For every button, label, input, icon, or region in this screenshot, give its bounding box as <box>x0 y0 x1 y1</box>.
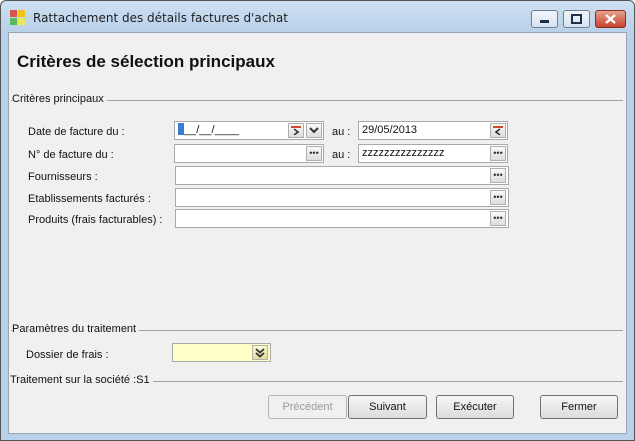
app-icon <box>10 10 26 26</box>
arrow-right-icon <box>291 126 301 135</box>
invoice-date-from-value: __/__/____ <box>184 124 240 136</box>
establishments-field[interactable]: ••• <box>175 188 509 207</box>
main-window: Rattachement des détails factures d'acha… <box>0 0 635 441</box>
ellipsis-icon: ••• <box>309 148 319 158</box>
next-button[interactable]: Suivant <box>348 395 427 419</box>
expense-folder-label: Dossier de frais : <box>26 349 109 361</box>
ellipsis-icon: ••• <box>493 192 503 202</box>
invoice-number-label: N° de facture du : <box>28 149 114 161</box>
window-title: Rattachement des détails factures d'acha… <box>33 11 288 25</box>
ellipsis-icon: ••• <box>493 213 503 223</box>
establishments-browse-button[interactable]: ••• <box>490 190 506 205</box>
ellipsis-icon: ••• <box>493 148 503 158</box>
expense-folder-select[interactable] <box>172 343 271 362</box>
date-dropdown-button[interactable] <box>306 123 322 138</box>
calendar-reset-button[interactable] <box>288 123 304 138</box>
previous-button[interactable]: Précédent <box>268 395 347 419</box>
invoice-number-to-value: zzzzzzzzzzzzzzz <box>362 147 445 159</box>
close-button[interactable]: Fermer <box>540 395 618 419</box>
invoice-date-to-label: au : <box>332 126 351 138</box>
suppliers-browse-button[interactable]: ••• <box>490 168 506 183</box>
invoice-date-from-field[interactable]: __/__/____ <box>174 121 324 140</box>
suppliers-label: Fournisseurs : <box>28 171 98 183</box>
close-icon <box>605 14 616 24</box>
chevron-down-icon <box>309 127 319 134</box>
invoice-date-label: Date de facture du : <box>28 126 125 138</box>
establishments-label: Etablissements facturés : <box>28 193 151 205</box>
processing-group-label: Paramètres du traitement <box>12 323 140 335</box>
date-to-button[interactable] <box>490 123 506 138</box>
page-heading: Critères de sélection principaux <box>17 52 275 71</box>
maximize-button[interactable] <box>563 10 590 28</box>
title-bar[interactable]: Rattachement des détails factures d'acha… <box>1 1 634 31</box>
client-area: Critères de sélection principaux Critère… <box>8 32 627 434</box>
suppliers-field[interactable]: ••• <box>175 166 509 185</box>
products-browse-button[interactable]: ••• <box>490 211 506 226</box>
criteria-group-label: Critères principaux <box>12 93 107 105</box>
arrow-left-icon <box>493 126 503 135</box>
invoice-number-from-browse-button[interactable]: ••• <box>306 146 322 161</box>
minimize-icon <box>540 20 549 23</box>
products-field[interactable]: ••• <box>175 209 509 228</box>
invoice-date-to-value: 29/05/2013 <box>362 124 418 136</box>
ellipsis-icon: ••• <box>493 170 503 180</box>
invoice-number-to-browse-button[interactable]: ••• <box>490 146 506 161</box>
invoice-number-from-field[interactable]: ••• <box>174 144 324 163</box>
company-group-label: Traitement sur la société :S1 <box>10 374 153 386</box>
execute-button[interactable]: Exécuter <box>436 395 514 419</box>
invoice-number-to-label: au : <box>332 149 351 161</box>
maximize-icon <box>571 14 582 24</box>
products-label: Produits (frais facturables) : <box>28 214 163 226</box>
close-window-button[interactable] <box>595 10 626 28</box>
invoice-number-to-field[interactable]: zzzzzzzzzzzzzzz ••• <box>358 144 508 163</box>
expense-folder-dropdown-button[interactable] <box>252 345 268 360</box>
invoice-date-to-field[interactable]: 29/05/2013 <box>358 121 508 140</box>
double-chevron-down-icon <box>255 348 265 358</box>
minimize-button[interactable] <box>531 10 558 28</box>
